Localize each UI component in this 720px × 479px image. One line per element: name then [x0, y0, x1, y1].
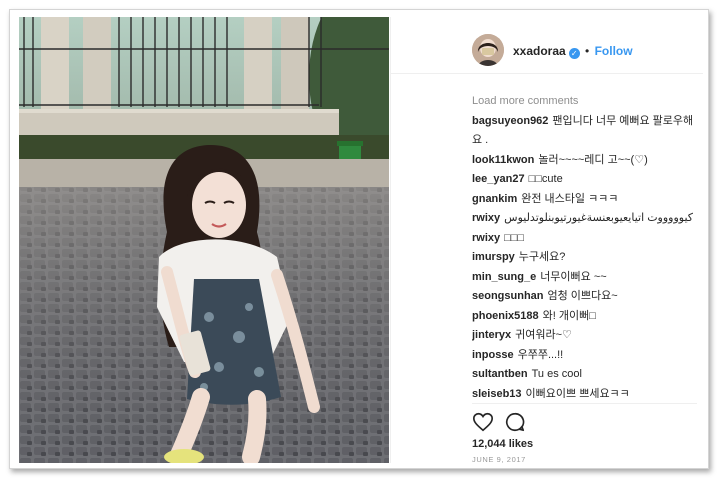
- comment-text: 와! 개이뻐□: [542, 309, 596, 322]
- comment-username[interactable]: inposse: [472, 349, 514, 361]
- comment-item: sultantben Tu es cool: [472, 365, 700, 385]
- comment-item: lee_yan27 □□cute: [472, 170, 700, 190]
- follow-button[interactable]: Follow: [595, 44, 633, 58]
- comment-text: 이뻐요이쁘 쁘세요ㅋㅋ: [525, 387, 630, 399]
- comment-item: bagsuyeon962 팬입니다 너무 예뻐요 팔로우해요 .: [472, 112, 700, 151]
- comment-item: sleiseb13 이뻐요이쁘 쁘세요ㅋㅋ: [472, 385, 700, 399]
- post-actions: 12,044 likes JUNE 9, 2017: [472, 403, 697, 464]
- comment-text: 엄청 이쁘다요~: [547, 290, 618, 302]
- comment-item: look11kwon 놀러~~~~레디 고~~(♡): [472, 151, 700, 171]
- comment-text: 귀여워라~♡: [515, 329, 572, 341]
- heart-icon-glyph: [473, 412, 493, 432]
- comment-bubble-icon[interactable]: [504, 411, 526, 433]
- post-photo[interactable]: [19, 17, 389, 463]
- avatar-image: [472, 34, 504, 66]
- comment-item: seongsunhan 엄청 이쁘다요~: [472, 287, 700, 307]
- comment-item: jinteryx 귀여워라~♡: [472, 326, 700, 346]
- comment-username[interactable]: lee_yan27: [472, 173, 525, 185]
- comment-text: 너무이뻐요 ~~: [540, 270, 607, 283]
- comment-text: □□cute: [528, 173, 563, 185]
- comment-username[interactable]: min_sung_e: [472, 271, 536, 283]
- comments-list[interactable]: Load more comments bagsuyeon962 팬입니다 너무 예…: [472, 92, 700, 398]
- comment-item: imurspy 누구세요?: [472, 248, 700, 268]
- comment-username[interactable]: bagsuyeon962: [472, 115, 548, 127]
- comment-username[interactable]: gnankim: [472, 193, 517, 205]
- comment-item: rwixy كيوووووت اتيايعيوبعنسةغيورتيوبنلوتد…: [472, 209, 700, 229]
- comment-text: 우쭈쭈...!!: [517, 348, 564, 361]
- user-line: xxadoraa ✓ • Follow: [513, 44, 633, 59]
- comment-text: كيوووووت اتيايعيوبعنسةغيورتيوبنلوتدليوس: [504, 212, 694, 224]
- comment-username[interactable]: phoenix5188: [472, 310, 539, 322]
- username[interactable]: xxadoraa: [513, 44, 566, 58]
- check-badge-icon: ✓: [568, 48, 580, 59]
- comment-username[interactable]: look11kwon: [472, 154, 534, 166]
- comment-text: 완전 내스타일 ㅋㅋㅋ: [521, 192, 619, 205]
- comment-item: gnankim 완전 내스타일 ㅋㅋㅋ: [472, 190, 700, 210]
- comment-item: phoenix5188 와! 개이뻐□: [472, 307, 700, 327]
- comment-username[interactable]: seongsunhan: [472, 290, 544, 302]
- avatar[interactable]: [472, 34, 504, 66]
- post-sidebar: xxadoraa ✓ • Follow Load more comments ba…: [390, 17, 703, 464]
- comment-text: 놀러~~~~레디 고~~(♡): [538, 153, 648, 166]
- comment-username[interactable]: sleiseb13: [472, 388, 522, 399]
- comment-username[interactable]: rwixy: [472, 212, 500, 224]
- post-date: JUNE 9, 2017: [472, 455, 526, 464]
- post-photo-image: [19, 17, 389, 463]
- comment-item: rwixy □□□: [472, 229, 700, 249]
- load-more-comments-button[interactable]: Load more comments: [472, 92, 700, 112]
- comment-bubble-icon-glyph: [505, 412, 525, 432]
- comment-username[interactable]: imurspy: [472, 251, 515, 263]
- likes-count[interactable]: 12,044 likes: [472, 438, 533, 450]
- comment-text: Tu es cool: [531, 368, 582, 380]
- comment-item: min_sung_e 너무이뻐요 ~~: [472, 268, 700, 288]
- post-header: xxadoraa ✓ • Follow: [391, 17, 703, 74]
- comment-username[interactable]: jinteryx: [472, 329, 511, 341]
- heart-icon[interactable]: [472, 411, 494, 433]
- comment-text: 누구세요?: [518, 251, 566, 263]
- comment-text: □□□: [504, 231, 525, 244]
- post-card: xxadoraa ✓ • Follow Load more comments ba…: [9, 9, 709, 469]
- comment-item: inposse 우쭈쭈...!!: [472, 346, 700, 366]
- comment-username[interactable]: rwixy: [472, 232, 500, 244]
- separator-dot: •: [585, 44, 590, 58]
- comment-username[interactable]: sultantben: [472, 368, 528, 380]
